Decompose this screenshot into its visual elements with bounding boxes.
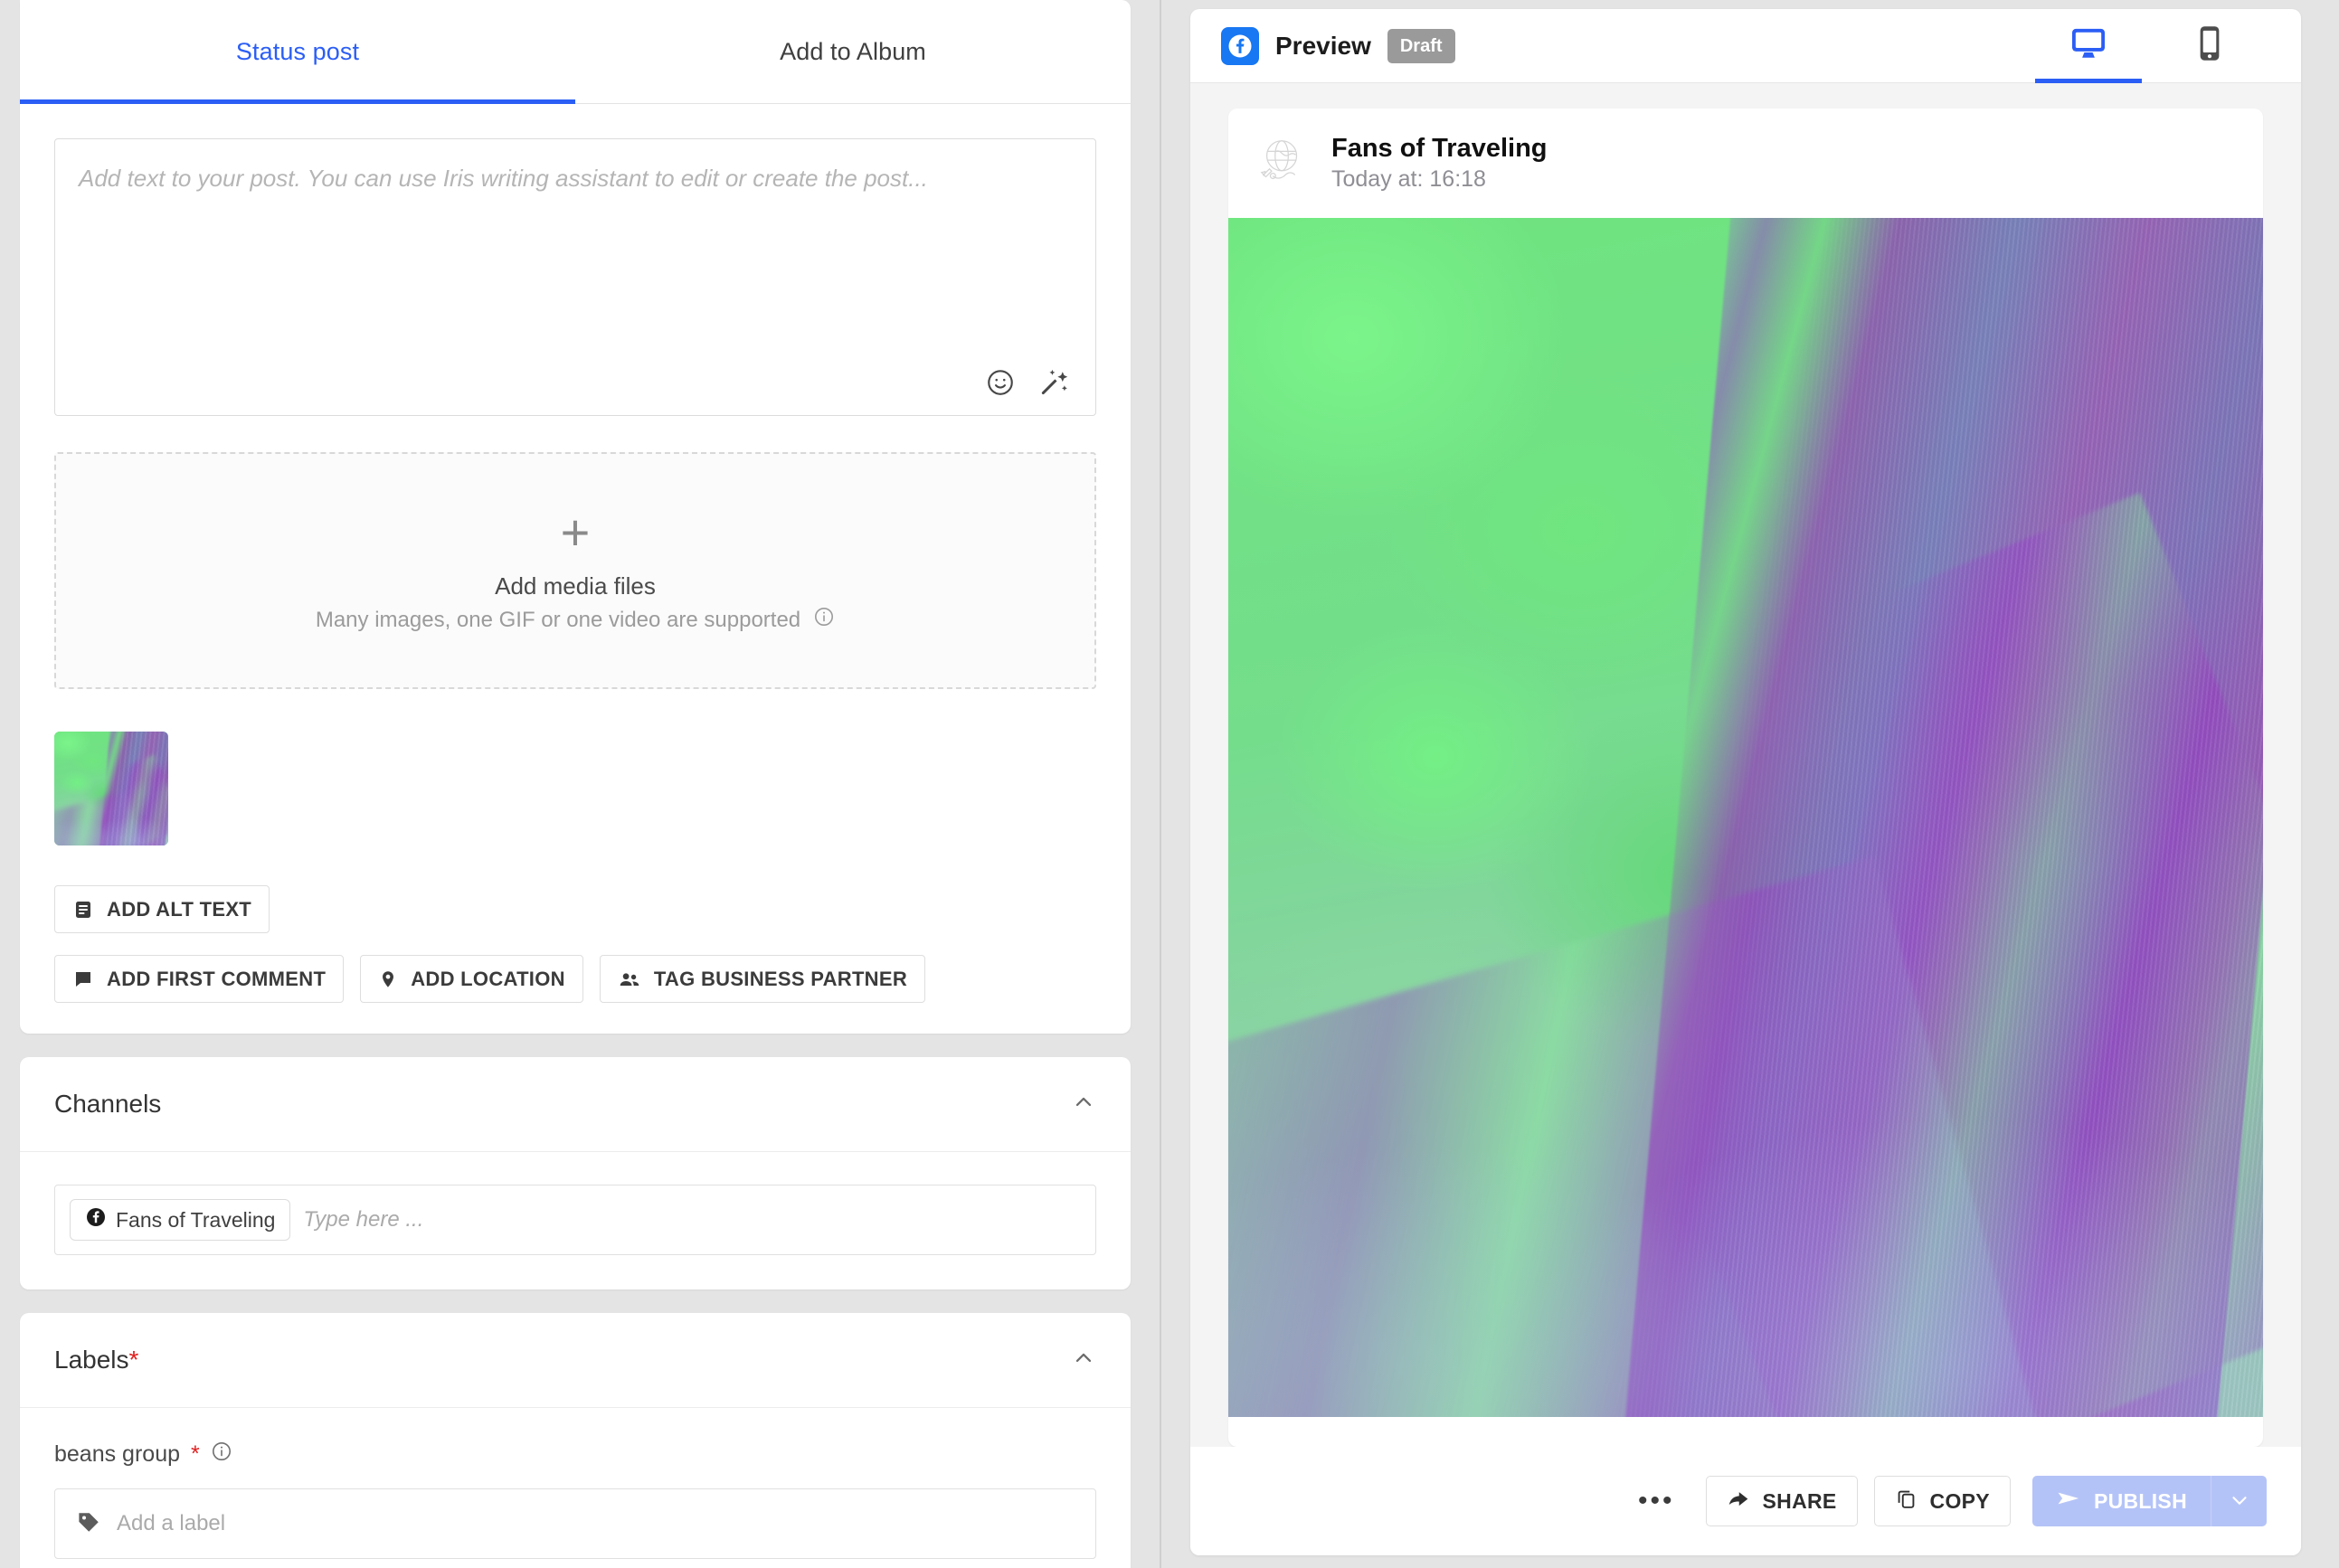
share-button[interactable]: SHARE bbox=[1705, 1476, 1858, 1526]
info-icon[interactable] bbox=[813, 606, 835, 634]
add-first-comment-label: ADD FIRST COMMENT bbox=[107, 967, 327, 990]
channels-title: Channels bbox=[54, 1090, 162, 1118]
alt-text-row: ADD ALT TEXT bbox=[54, 885, 1096, 933]
channels-body: Fans of Traveling Type here ... bbox=[20, 1152, 1131, 1289]
channels-input-field[interactable]: Fans of Traveling Type here ... bbox=[54, 1185, 1096, 1255]
labels-title: Labels* bbox=[54, 1346, 138, 1374]
composer-scroll[interactable]: Status post Add to Album Add text to you… bbox=[0, 0, 1151, 1568]
chevron-up-icon[interactable] bbox=[1071, 1346, 1096, 1375]
labels-body: beans group * Add a label bbox=[20, 1408, 1131, 1568]
add-first-comment-button[interactable]: ADD FIRST COMMENT bbox=[54, 955, 345, 1003]
tag-business-partner-button[interactable]: TAG BUSINESS PARTNER bbox=[599, 955, 926, 1003]
labels-title-text: Labels bbox=[54, 1346, 129, 1374]
preview-device-toggle bbox=[2028, 9, 2270, 83]
add-alt-text-label: ADD ALT TEXT bbox=[107, 897, 252, 921]
copy-button[interactable]: COPY bbox=[1873, 1476, 2011, 1526]
info-icon[interactable] bbox=[211, 1440, 232, 1469]
column-divider bbox=[1151, 0, 1170, 1568]
chevron-up-icon[interactable] bbox=[1071, 1090, 1096, 1119]
media-thumbnail[interactable] bbox=[54, 732, 168, 845]
channels-input-placeholder: Type here ... bbox=[303, 1207, 424, 1232]
add-media-dropzone[interactable]: + Add media files Many images, one GIF o… bbox=[54, 452, 1096, 689]
tab-add-to-album-label: Add to Album bbox=[780, 37, 926, 65]
post-text-tools bbox=[985, 366, 1072, 399]
mobile-icon bbox=[2189, 23, 2230, 69]
composer-card: Status post Add to Album Add text to you… bbox=[20, 0, 1131, 1034]
preview-header-left: Preview Draft bbox=[1221, 26, 1455, 65]
tag-business-partner-label: TAG BUSINESS PARTNER bbox=[653, 967, 908, 990]
app-root: Status post Add to Album Add text to you… bbox=[0, 0, 2339, 1568]
preview-header: Preview Draft bbox=[1190, 9, 2301, 83]
people-icon bbox=[618, 968, 641, 991]
labels-card: Labels* beans group * Add a label bbox=[20, 1313, 1131, 1568]
send-icon bbox=[2056, 1486, 2081, 1516]
preview-footer: ••• SHARE COPY PUBLISH bbox=[1190, 1447, 2301, 1555]
chevron-down-icon bbox=[2228, 1488, 2251, 1515]
avatar bbox=[1255, 135, 1312, 191]
labels-header[interactable]: Labels* bbox=[20, 1313, 1131, 1408]
preview-card: Preview Draft Fans of Traveling Today at… bbox=[1190, 9, 2301, 1555]
preview-post: Fans of Traveling Today at: 16:18 bbox=[1228, 109, 2263, 1447]
copy-label: COPY bbox=[1929, 1488, 1990, 1513]
preview-post-header: Fans of Traveling Today at: 16:18 bbox=[1228, 109, 2263, 218]
add-location-label: ADD LOCATION bbox=[411, 967, 565, 990]
emoji-icon[interactable] bbox=[985, 367, 1016, 398]
media-thumbnail-image bbox=[54, 732, 168, 845]
label-group-name: beans group bbox=[54, 1441, 181, 1467]
facebook-icon bbox=[85, 1206, 107, 1233]
tab-status-post-label: Status post bbox=[235, 37, 360, 65]
add-label-placeholder: Add a label bbox=[117, 1511, 226, 1535]
desktop-icon bbox=[2068, 23, 2109, 69]
more-options-button[interactable]: ••• bbox=[1624, 1488, 1690, 1515]
add-location-button[interactable]: ADD LOCATION bbox=[360, 955, 583, 1003]
dropzone-subtitle-row: Many images, one GIF or one video are su… bbox=[316, 606, 835, 634]
share-icon bbox=[1727, 1487, 1750, 1516]
preview-title: Preview bbox=[1275, 31, 1371, 60]
channels-header[interactable]: Channels bbox=[20, 1057, 1131, 1152]
ai-assistant-icon[interactable] bbox=[1039, 366, 1072, 399]
dropzone-title: Add media files bbox=[495, 572, 656, 600]
tag-icon bbox=[75, 1508, 102, 1540]
composer-column: Status post Add to Album Add text to you… bbox=[0, 0, 1151, 1568]
status-badge: Draft bbox=[1387, 28, 1455, 63]
device-mobile-button[interactable] bbox=[2149, 9, 2270, 83]
device-desktop-button[interactable] bbox=[2028, 9, 2149, 83]
publish-button-group: PUBLISH bbox=[2031, 1476, 2267, 1526]
media-actions-row: ADD FIRST COMMENT ADD LOCATION TAG BUSIN… bbox=[54, 955, 1096, 1003]
dropzone-subtitle: Many images, one GIF or one video are su… bbox=[315, 607, 801, 632]
preview-body: Fans of Traveling Today at: 16:18 bbox=[1190, 83, 2301, 1447]
label-group-required-marker: * bbox=[191, 1441, 200, 1467]
publish-label: PUBLISH bbox=[2093, 1488, 2187, 1513]
tab-status-post[interactable]: Status post bbox=[20, 0, 575, 104]
facebook-icon bbox=[1221, 26, 1259, 65]
channels-card: Channels Fans of Traveling Type here ... bbox=[20, 1057, 1131, 1289]
copy-icon bbox=[1895, 1488, 1918, 1516]
post-text-field[interactable]: Add text to your post. You can use Iris … bbox=[54, 138, 1096, 416]
preview-post-timestamp: Today at: 16:18 bbox=[1331, 166, 1486, 193]
channel-chip-fans-of-traveling[interactable]: Fans of Traveling bbox=[70, 1199, 291, 1241]
share-label: SHARE bbox=[1762, 1488, 1837, 1513]
label-group-row: beans group * bbox=[54, 1440, 1096, 1469]
preview-column: Preview Draft Fans of Traveling Today at… bbox=[1170, 0, 2339, 1568]
publish-button[interactable]: PUBLISH bbox=[2031, 1476, 2211, 1526]
labels-required-marker: * bbox=[128, 1346, 139, 1374]
preview-post-meta: Fans of Traveling Today at: 16:18 bbox=[1331, 132, 1548, 194]
alt-text-icon bbox=[72, 899, 94, 921]
post-text-placeholder: Add text to your post. You can use Iris … bbox=[79, 165, 928, 192]
add-alt-text-button[interactable]: ADD ALT TEXT bbox=[54, 885, 270, 933]
location-pin-icon bbox=[378, 969, 398, 989]
composer-body: Add text to your post. You can use Iris … bbox=[20, 104, 1131, 1034]
add-label-input[interactable]: Add a label bbox=[54, 1488, 1096, 1559]
comment-icon bbox=[72, 968, 94, 990]
composer-tabs: Status post Add to Album bbox=[20, 0, 1131, 104]
channel-chip-label: Fans of Traveling bbox=[116, 1207, 276, 1232]
preview-post-image[interactable] bbox=[1228, 217, 2263, 1417]
preview-post-author: Fans of Traveling bbox=[1331, 134, 1548, 163]
publish-dropdown-button[interactable] bbox=[2211, 1476, 2267, 1526]
tab-add-to-album[interactable]: Add to Album bbox=[575, 0, 1131, 103]
plus-icon: + bbox=[560, 504, 591, 561]
